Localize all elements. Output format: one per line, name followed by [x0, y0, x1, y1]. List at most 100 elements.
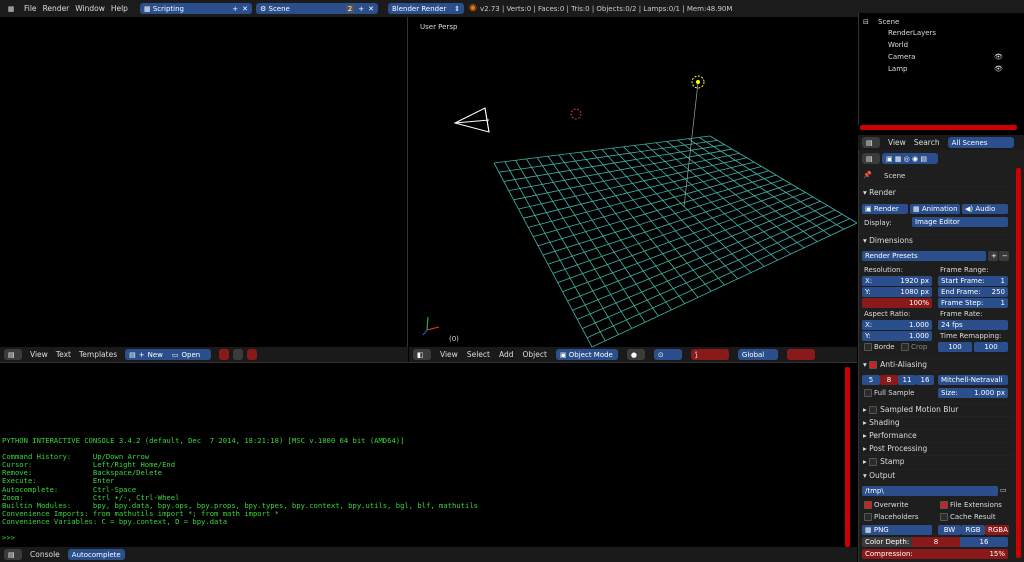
remap-old-field[interactable]: 100 [938, 342, 972, 352]
close-scene-icon[interactable]: ✕ [368, 5, 374, 13]
fps-select[interactable]: 24 fps [938, 320, 1008, 330]
color-bw-button[interactable]: BW [938, 525, 961, 535]
remove-preset-icon[interactable]: − [999, 251, 1009, 261]
text-menu-templates[interactable]: Templates [79, 350, 117, 359]
compression-slider[interactable]: Compression: 15% [862, 549, 1008, 559]
file-format-select[interactable]: ▦ PNG [862, 525, 932, 535]
render-presets-select[interactable]: Render Presets [862, 251, 986, 261]
line-numbers-toggle[interactable] [219, 349, 230, 360]
menu-window[interactable]: Window [75, 4, 105, 13]
layout-selector[interactable]: ▦ Scripting + ✕ [140, 3, 252, 14]
overwrite-checkbox[interactable] [864, 501, 872, 509]
text-editor-type-icon[interactable]: ▤ [4, 349, 22, 360]
antialiasing-checkbox[interactable] [869, 360, 878, 369]
add-scene-icon[interactable]: + [358, 5, 364, 13]
properties-scrollbar[interactable] [1016, 168, 1021, 558]
performance-panel-header[interactable]: ▸ Performance [859, 429, 1014, 441]
properties-context-tabs[interactable]: ▣ ▦ ◎ ◉ ▤ [882, 153, 938, 164]
placeholders-checkbox[interactable] [864, 513, 872, 521]
color-depth-8[interactable]: 8 [912, 537, 960, 547]
aa-samples-16[interactable]: 16 [916, 375, 934, 385]
aspect-y-field[interactable]: Y: 1.000 [862, 331, 932, 341]
remap-new-field[interactable]: 100 [974, 342, 1008, 352]
outliner-item-renderlayers[interactable]: RenderLayers [888, 29, 936, 37]
output-panel-header[interactable]: ▾ Output [859, 469, 1014, 481]
menu-file[interactable]: File [24, 4, 37, 13]
text-menu-view[interactable]: View [30, 350, 48, 359]
camera-object[interactable] [453, 107, 490, 133]
outliner-menu-view[interactable]: View [888, 138, 906, 147]
cache-result-checkbox[interactable] [940, 513, 948, 521]
viewport-menu-select[interactable]: Select [467, 350, 490, 359]
start-frame-field[interactable]: Start Frame: 1 [938, 276, 1008, 286]
console-type-icon[interactable]: ▤ [4, 549, 22, 560]
console-scrollbar[interactable] [845, 367, 850, 547]
console-menu[interactable]: Console [30, 550, 60, 559]
new-text-button[interactable]: ▤ + New ▭ Open [125, 349, 212, 360]
camera-visibility-icon[interactable]: 👁 [994, 53, 1003, 61]
outliner-item-camera[interactable]: Camera [888, 53, 915, 61]
aspect-x-field[interactable]: X: 1.000 [862, 320, 932, 330]
file-extensions-checkbox[interactable] [940, 501, 948, 509]
layer-buttons[interactable] [786, 349, 815, 360]
outliner-menu-search[interactable]: Search [914, 138, 940, 147]
info-editor-icon[interactable]: ▦ [4, 5, 18, 13]
crop-checkbox[interactable] [901, 343, 909, 351]
animation-button[interactable]: ▦ Animation [910, 204, 960, 214]
audio-button[interactable]: ◀) Audio [962, 204, 1008, 214]
aa-samples-8[interactable]: 8 [880, 375, 898, 385]
autocomplete-button[interactable]: Autocomplete [67, 549, 125, 560]
aa-filter-select[interactable]: Mitchell-Netravali [938, 375, 1008, 385]
shading-mode-select[interactable]: ● [626, 349, 645, 360]
pivot-select[interactable]: ⊙ [653, 349, 682, 360]
stamp-panel-header[interactable]: ▸ Stamp [859, 455, 1014, 467]
full-sample-checkbox[interactable] [864, 389, 872, 397]
motion-blur-panel-header[interactable]: ▸ Sampled Motion Blur [859, 403, 1014, 415]
menu-help[interactable]: Help [111, 4, 128, 13]
3d-cursor[interactable] [570, 108, 582, 120]
resolution-x-field[interactable]: X: 1920 px [862, 276, 932, 286]
aa-size-field[interactable]: Size: 1.000 px [938, 388, 1008, 398]
viewport-menu-view[interactable]: View [440, 350, 458, 359]
outliner-item-world[interactable]: World [888, 41, 908, 49]
viewport-menu-object[interactable]: Object [522, 350, 546, 359]
outliner-scrollbar[interactable] [860, 125, 1017, 130]
output-path-field[interactable]: /tmp\ [862, 486, 998, 496]
pin-icon[interactable]: 📌 [863, 171, 872, 179]
resolution-percent-field[interactable]: 100% [862, 298, 932, 308]
properties-type-icon[interactable]: ▤ [862, 153, 880, 164]
object-mode-select[interactable]: ▣ Object Mode [555, 349, 618, 360]
color-depth-16[interactable]: 16 [960, 537, 1008, 547]
transform-orientation-select[interactable]: Global [737, 349, 778, 360]
text-menu-text[interactable]: Text [56, 350, 71, 359]
text-editor-area[interactable] [0, 17, 408, 347]
word-wrap-toggle[interactable] [233, 349, 244, 360]
frame-step-field[interactable]: Frame Step: 1 [938, 298, 1008, 308]
resolution-y-field[interactable]: Y: 1080 px [862, 287, 932, 297]
dimensions-panel-header[interactable]: ▾ Dimensions [859, 234, 1014, 246]
aa-samples-11[interactable]: 11 [898, 375, 916, 385]
display-select[interactable]: Image Editor [912, 217, 1008, 227]
color-rgba-button[interactable]: RGBA [985, 525, 1009, 535]
output-folder-icon[interactable]: ▭ [1000, 486, 1007, 494]
aa-samples-5[interactable]: 5 [862, 375, 880, 385]
syntax-highlight-toggle[interactable] [247, 349, 258, 360]
render-engine-select[interactable]: Blender Render ⇕ [388, 3, 464, 14]
post-processing-panel-header[interactable]: ▸ Post Processing [859, 442, 1014, 454]
outliner-item-scene[interactable]: Scene [878, 18, 899, 26]
border-checkbox[interactable] [864, 343, 872, 351]
end-frame-field[interactable]: End Frame: 250 [938, 287, 1008, 297]
shading-panel-header[interactable]: ▸ Shading [859, 416, 1014, 428]
color-rgb-button[interactable]: RGB [961, 525, 985, 535]
outliner-filter-select[interactable]: All Scenes [947, 137, 1014, 148]
stamp-checkbox[interactable] [869, 457, 878, 466]
scene-selector[interactable]: ⚙ Scene 2 + ✕ [256, 3, 378, 14]
manipulator-toggle[interactable]: ⟆ [690, 349, 729, 360]
viewport-3d[interactable]: User Persp (0) [409, 17, 857, 347]
render-panel-header[interactable]: ▾ Render [859, 186, 1014, 198]
add-layout-icon[interactable]: + [232, 5, 238, 13]
outliner-item-lamp[interactable]: Lamp [888, 65, 907, 73]
antialiasing-panel-header[interactable]: ▾ Anti-Aliasing [859, 358, 1014, 370]
add-preset-icon[interactable]: + [988, 251, 998, 261]
render-button[interactable]: ▣ Render [862, 204, 908, 214]
